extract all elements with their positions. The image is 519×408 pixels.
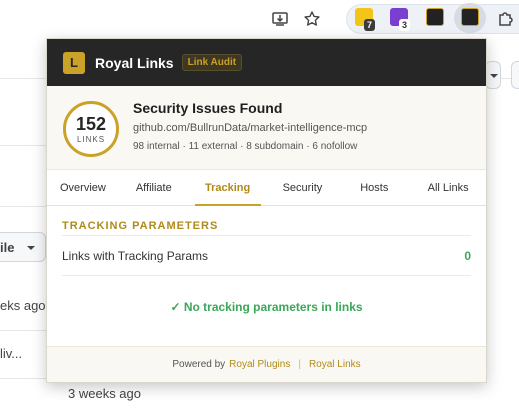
- extension-2-badge: 3: [399, 19, 411, 31]
- install-app-icon[interactable]: [268, 7, 292, 31]
- popup-footer: Powered by Royal Plugins | Royal Links: [47, 346, 486, 382]
- row-text: liv...: [0, 346, 23, 361]
- footer-separator: |: [298, 359, 301, 370]
- summary-panel: 152 LINKS Security Issues Found github.c…: [47, 86, 486, 170]
- tracking-section: TRACKING PARAMETERS Links with Tracking …: [47, 206, 486, 344]
- row-timestamp: eks ago: [0, 298, 46, 313]
- summary-title: Security Issues Found: [133, 100, 283, 116]
- page-divider: [0, 206, 46, 207]
- extension-1-badge: 7: [364, 19, 376, 31]
- link-count-ring: 152 LINKS: [63, 101, 119, 157]
- tab-bar: Overview Affiliate Tracking Security Hos…: [47, 170, 486, 206]
- branch-dropdown-label: ile: [0, 240, 15, 255]
- page-divider: [0, 145, 46, 146]
- royal-plugins-link[interactable]: Royal Plugins: [229, 359, 290, 370]
- royal-links-popup: L Royal Links Link Audit 152 LINKS Secur…: [46, 38, 487, 383]
- popup-header: L Royal Links Link Audit: [47, 39, 486, 86]
- royal-links-logo: L: [63, 51, 85, 74]
- page-url: github.com/BullrunData/market-intelligen…: [133, 122, 368, 134]
- brand-title: Royal Links: [95, 54, 174, 71]
- page-dropdown-button[interactable]: [485, 61, 501, 89]
- row-timestamp: 3 weeks ago: [68, 386, 141, 401]
- chevron-down-icon: [27, 246, 35, 250]
- tab-security[interactable]: Security: [267, 170, 339, 205]
- royal-links-link[interactable]: Royal Links: [309, 359, 361, 370]
- bookmark-star-icon[interactable]: [300, 7, 324, 31]
- tab-all-links[interactable]: All Links: [410, 170, 486, 205]
- no-tracking-message: ✓ No tracking parameters in links: [170, 300, 363, 314]
- page-button-edge[interactable]: [511, 61, 519, 89]
- extension-3-icon[interactable]: [426, 8, 444, 26]
- tab-tracking[interactable]: Tracking: [189, 170, 267, 206]
- row-value: 0: [464, 248, 471, 263]
- link-stats: 98 internal · 11 external · 8 subdomain …: [133, 141, 358, 152]
- link-count: 152: [75, 113, 107, 134]
- tab-overview[interactable]: Overview: [47, 170, 119, 205]
- browser-toolbar: 7 3: [0, 0, 519, 38]
- extensions-puzzle-icon[interactable]: [494, 7, 518, 31]
- tracking-params-row: Links with Tracking Params 0: [62, 236, 471, 276]
- section-title: TRACKING PARAMETERS: [62, 206, 471, 236]
- royal-links-extension-icon[interactable]: [461, 8, 479, 26]
- link-count-label: LINKS: [76, 134, 106, 144]
- page-divider: [0, 330, 46, 331]
- tab-hosts[interactable]: Hosts: [338, 170, 410, 205]
- tab-affiliate[interactable]: Affiliate: [119, 170, 189, 205]
- mode-badge: Link Audit: [181, 54, 243, 71]
- row-label: Links with Tracking Params: [62, 248, 209, 263]
- powered-by-text: Powered by: [172, 359, 226, 370]
